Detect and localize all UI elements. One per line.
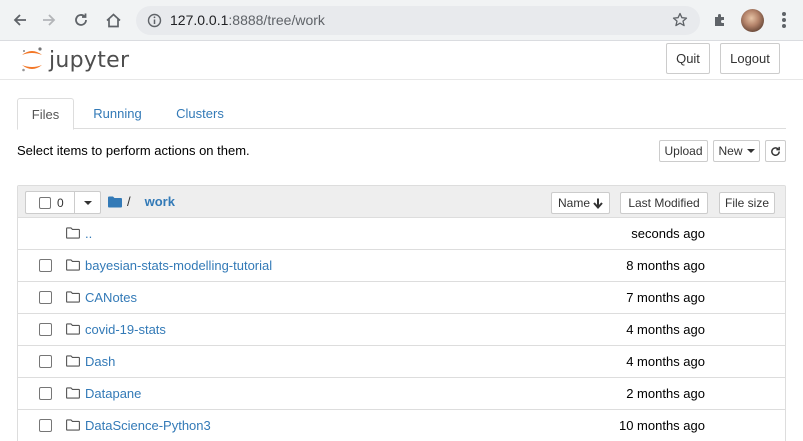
caret-down-icon xyxy=(746,149,755,153)
sort-name-label: Name xyxy=(557,196,590,210)
url-text: 127.0.0.1:8888/tree/work xyxy=(170,12,325,28)
list-item[interactable]: DataScience-Python3 10 months ago xyxy=(18,410,785,441)
breadcrumb-current-dir[interactable]: work xyxy=(145,194,175,209)
item-checkbox[interactable] xyxy=(39,323,52,336)
puzzle-icon xyxy=(715,14,724,26)
refresh-icon xyxy=(771,146,780,156)
jupyter-logo-icon xyxy=(22,47,42,72)
arrow-right-icon xyxy=(43,14,56,26)
folder-icon xyxy=(66,387,80,399)
item-checkbox[interactable] xyxy=(39,419,52,432)
url-host: 127.0.0.1 xyxy=(170,12,229,28)
item-modified: seconds ago xyxy=(631,226,705,241)
divider xyxy=(74,192,75,213)
reload-icon xyxy=(75,13,87,26)
upload-button[interactable]: Upload xyxy=(659,140,708,162)
file-list: 0 / work Name Last Modified File size ..… xyxy=(17,185,786,441)
url-path: :8888/tree/work xyxy=(228,12,325,28)
sort-by-modified-button[interactable]: Last Modified xyxy=(620,192,708,214)
new-label: New xyxy=(718,144,743,158)
reload-button[interactable] xyxy=(69,8,93,32)
instructions-text: Select items to perform actions on them. xyxy=(17,143,250,158)
item-name[interactable]: DataScience-Python3 xyxy=(85,418,211,433)
list-item[interactable]: bayesian-stats-modelling-tutorial 8 mont… xyxy=(18,250,785,282)
folder-icon xyxy=(66,419,80,431)
star-icon[interactable] xyxy=(672,12,688,28)
profile-avatar[interactable] xyxy=(741,9,764,32)
refresh-button[interactable] xyxy=(765,140,786,162)
browser-menu-icon[interactable] xyxy=(781,10,787,30)
arrow-down-icon xyxy=(593,198,603,209)
back-button[interactable] xyxy=(8,8,32,32)
info-icon xyxy=(147,13,162,28)
jupyter-logo[interactable]: jupyter xyxy=(19,44,129,76)
selected-count: 0 xyxy=(57,196,64,210)
item-checkbox[interactable] xyxy=(39,291,52,304)
new-dropdown-button[interactable]: New xyxy=(713,140,760,162)
jupyter-header: jupyter Quit Logout xyxy=(0,41,803,80)
logout-button[interactable]: Logout xyxy=(720,43,780,74)
sort-by-size-button[interactable]: File size xyxy=(719,192,775,214)
select-caret-icon[interactable] xyxy=(84,201,92,205)
tab-files[interactable]: Files xyxy=(17,98,74,130)
breadcrumb: / work xyxy=(108,194,175,209)
item-modified: 7 months ago xyxy=(626,290,705,305)
address-bar[interactable]: 127.0.0.1:8888/tree/work xyxy=(136,6,700,35)
quit-button[interactable]: Quit xyxy=(666,43,710,74)
folder-icon xyxy=(66,355,80,367)
item-name[interactable]: CANotes xyxy=(85,290,137,305)
item-name[interactable]: Dash xyxy=(85,354,115,369)
list-item-parent[interactable]: .. seconds ago xyxy=(18,218,785,250)
folder-icon xyxy=(66,227,80,239)
tab-bar: Files Running Clusters xyxy=(17,98,786,130)
home-button[interactable] xyxy=(101,8,125,32)
item-modified: 4 months ago xyxy=(626,322,705,337)
browser-toolbar: 127.0.0.1:8888/tree/work xyxy=(0,0,803,41)
folder-icon xyxy=(66,323,80,335)
item-checkbox[interactable] xyxy=(39,355,52,368)
list-item[interactable]: Datapane 2 months ago xyxy=(18,378,785,410)
folder-icon xyxy=(66,259,80,271)
logo-text: jupyter xyxy=(49,47,130,73)
arrow-left-icon xyxy=(13,14,26,26)
extensions-button[interactable] xyxy=(708,8,732,32)
list-item[interactable]: CANotes 7 months ago xyxy=(18,282,785,314)
item-modified: 8 months ago xyxy=(626,258,705,273)
item-checkbox[interactable] xyxy=(39,387,52,400)
select-all-checkbox[interactable] xyxy=(39,197,51,209)
home-icon xyxy=(105,12,121,27)
item-name[interactable]: bayesian-stats-modelling-tutorial xyxy=(85,258,272,273)
item-modified: 2 months ago xyxy=(626,386,705,401)
item-name[interactable]: .. xyxy=(85,226,92,241)
forward-button[interactable] xyxy=(37,8,61,32)
tab-clusters[interactable]: Clusters xyxy=(165,98,235,129)
item-name[interactable]: Datapane xyxy=(85,386,141,401)
sort-by-name-button[interactable]: Name xyxy=(551,192,610,214)
item-modified: 10 months ago xyxy=(618,418,705,433)
item-modified: 4 months ago xyxy=(626,354,705,369)
list-item[interactable]: covid-19-stats 4 months ago xyxy=(18,314,785,346)
folder-solid-icon[interactable] xyxy=(108,196,122,208)
item-name[interactable]: covid-19-stats xyxy=(85,322,166,337)
tab-running[interactable]: Running xyxy=(81,98,154,129)
breadcrumb-separator: / xyxy=(127,194,131,209)
item-checkbox[interactable] xyxy=(39,259,52,272)
folder-icon xyxy=(66,291,80,303)
list-item[interactable]: Dash 4 months ago xyxy=(18,346,785,378)
select-all-group[interactable]: 0 xyxy=(25,191,101,214)
file-list-header: 0 / work Name Last Modified File size xyxy=(18,186,785,218)
